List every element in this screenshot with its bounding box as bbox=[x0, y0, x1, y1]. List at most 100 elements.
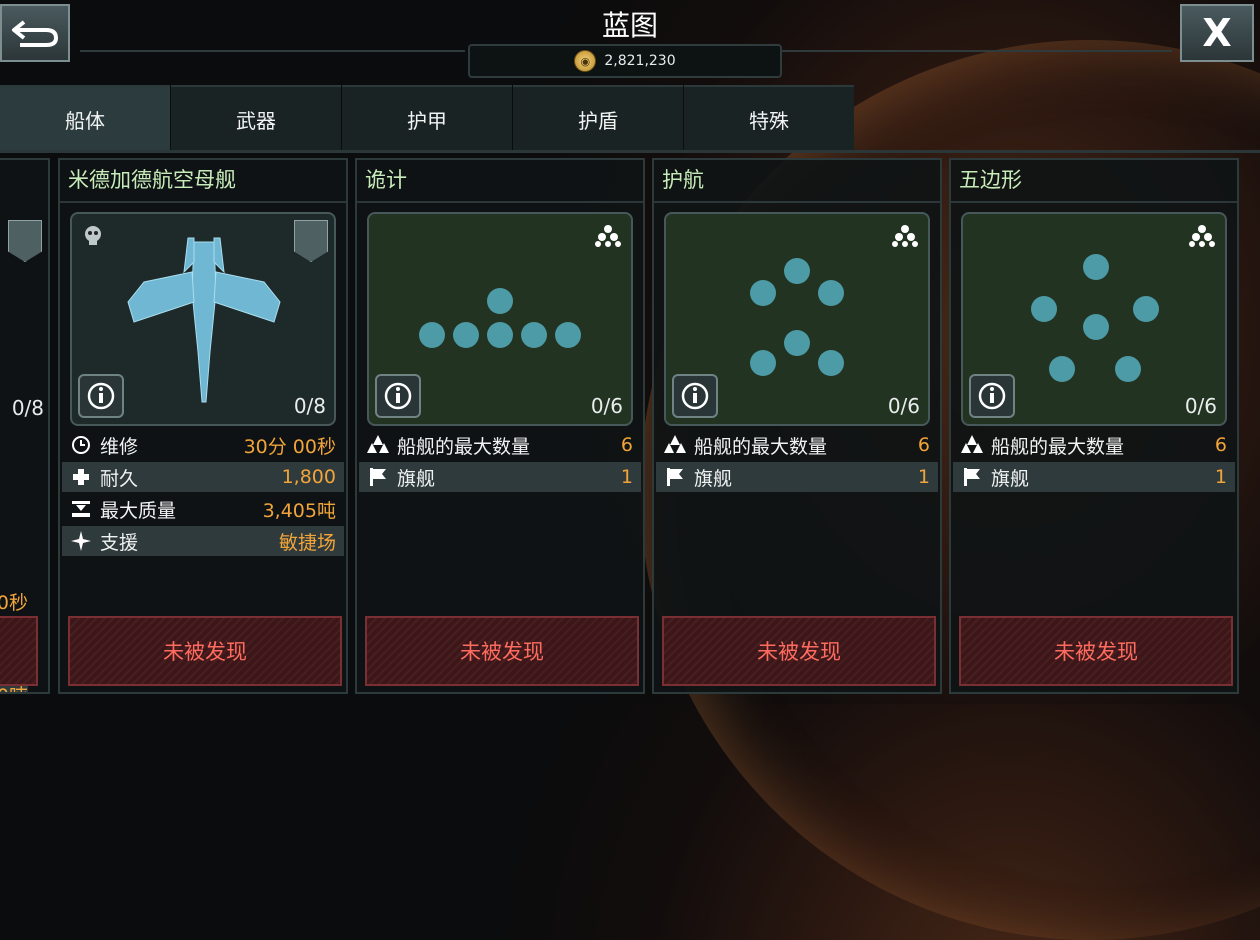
stat-value: 1 bbox=[620, 466, 633, 488]
stat-label: 旗舰 bbox=[397, 467, 436, 490]
info-button[interactable] bbox=[375, 374, 421, 418]
stat-label: 旗舰 bbox=[991, 467, 1030, 490]
header-divider bbox=[80, 50, 465, 52]
stat-label: 船舰的最大数量 bbox=[991, 435, 1125, 458]
stat-row-repair: 维修 30分 00秒 bbox=[62, 430, 344, 460]
blueprint-count: 0/6 bbox=[1184, 394, 1217, 418]
blueprint-count: 0/8 bbox=[11, 396, 44, 420]
formation-ship-dot bbox=[750, 350, 776, 376]
info-icon bbox=[87, 382, 115, 410]
undiscovered-status: 未被发现 bbox=[365, 616, 639, 686]
stat-label: 耐久 bbox=[100, 467, 139, 490]
stats-list: 船舰的最大数量 6 旗舰 1 bbox=[656, 430, 938, 494]
stat-value: 1 bbox=[917, 466, 930, 488]
stat-value: 6 bbox=[1214, 434, 1227, 456]
tier-badge-icon bbox=[294, 220, 328, 262]
formation-ship-dot bbox=[453, 322, 479, 348]
stat-row-max-ships: 船舰的最大数量 6 bbox=[656, 430, 938, 460]
stat-row-support: 支援 敏捷场 bbox=[62, 526, 344, 556]
stat-row-max-ships: 船舰的最大数量 6 bbox=[953, 430, 1235, 460]
title-divider bbox=[654, 201, 940, 203]
tier-badge-icon bbox=[8, 220, 42, 262]
formation-ship-dot bbox=[818, 280, 844, 306]
undiscovered-status: 未被发现 bbox=[68, 616, 342, 686]
stat-row-flagship: 旗舰 1 bbox=[953, 462, 1235, 492]
card-title: 米德加德航空母舰 bbox=[68, 168, 236, 192]
formation-ship-dot bbox=[1031, 296, 1057, 322]
undiscovered-status: 未被发现 bbox=[959, 616, 1233, 686]
stats-list: 船舰的最大数量 6 旗舰 1 bbox=[359, 430, 641, 494]
formation-preview: 0/6 bbox=[664, 212, 930, 426]
blueprint-count: 0/6 bbox=[887, 394, 920, 418]
category-tabs: 船体 武器 护甲 护盾 特殊 bbox=[0, 85, 855, 151]
stat-value: 敏捷场 bbox=[278, 531, 336, 554]
formation-ship-dot bbox=[419, 322, 445, 348]
blueprint-card-partial[interactable]: 0/8 0秒 450 5吨 0吨 bbox=[0, 158, 50, 694]
card-title: 护航 bbox=[662, 168, 704, 192]
info-button[interactable] bbox=[969, 374, 1015, 418]
stat-label: 船舰的最大数量 bbox=[694, 435, 828, 458]
stat-label: 支援 bbox=[100, 531, 139, 554]
info-icon bbox=[978, 382, 1006, 410]
stat-value: 1,800 bbox=[281, 466, 336, 488]
plus-icon bbox=[70, 466, 92, 488]
fleet-icon bbox=[961, 434, 983, 456]
info-icon bbox=[384, 382, 412, 410]
stat-value: 6 bbox=[620, 434, 633, 456]
formation-ship-dot bbox=[750, 280, 776, 306]
formation-ship-dot bbox=[1049, 356, 1075, 382]
stat-value: 0秒 bbox=[0, 592, 28, 614]
weight-icon bbox=[70, 498, 92, 520]
card-title: 诡计 bbox=[365, 168, 407, 192]
formation-ship-dot bbox=[1083, 314, 1109, 340]
undiscovered-status bbox=[0, 616, 38, 686]
tab-shields[interactable]: 护盾 bbox=[513, 85, 683, 151]
tab-weapons[interactable]: 武器 bbox=[171, 85, 341, 151]
blueprint-count: 0/6 bbox=[590, 394, 623, 418]
stat-row-flagship: 旗舰 1 bbox=[359, 462, 641, 492]
formation-ship-dot bbox=[521, 322, 547, 348]
title-divider bbox=[951, 201, 1237, 203]
blueprint-card-carrier[interactable]: 米德加德航空母舰 0/8 维修 30分 00秒 耐久 1,800 最大质量 3,… bbox=[58, 158, 348, 694]
faction-skull-icon bbox=[85, 226, 101, 245]
star-icon bbox=[70, 530, 92, 552]
info-button[interactable] bbox=[78, 374, 124, 418]
credits-value: 2,821,230 bbox=[604, 53, 676, 69]
blueprint-count: 0/8 bbox=[293, 394, 326, 418]
info-icon bbox=[681, 382, 709, 410]
stat-row-max-mass: 最大质量 3,405吨 bbox=[62, 494, 344, 524]
tab-special[interactable]: 特殊 bbox=[684, 85, 854, 151]
info-button[interactable] bbox=[672, 374, 718, 418]
undiscovered-status: 未被发现 bbox=[662, 616, 936, 686]
flag-icon bbox=[664, 466, 686, 488]
stat-label: 船舰的最大数量 bbox=[397, 435, 531, 458]
stat-label: 最大质量 bbox=[100, 499, 177, 522]
page-title: 蓝图 bbox=[601, 9, 658, 42]
blueprint-card-pentagon[interactable]: 五边形 0/6 船舰的最大数量 6 旗舰 1 未被发现 bbox=[949, 158, 1239, 694]
stat-row-durability: 耐久 1,800 bbox=[62, 462, 344, 492]
clock-icon bbox=[70, 434, 92, 456]
formation-ship-dot bbox=[784, 258, 810, 284]
formation-preview: 0/6 bbox=[961, 212, 1227, 426]
formation-ship-dot bbox=[487, 322, 513, 348]
tab-armor[interactable]: 护甲 bbox=[342, 85, 512, 151]
flag-icon bbox=[367, 466, 389, 488]
fleet-icon bbox=[664, 434, 686, 456]
stats-list: 维修 30分 00秒 耐久 1,800 最大质量 3,405吨 支援 敏捷场 bbox=[62, 430, 344, 558]
blueprint-card-trick[interactable]: 诡计 0/6 船舰的最大数量 6 旗舰 1 未被发现 bbox=[355, 158, 645, 694]
stat-value: 6 bbox=[917, 434, 930, 456]
tabs-divider bbox=[0, 150, 1260, 153]
blueprint-card-escort[interactable]: 护航 0/6 船舰的最大数量 6 旗舰 1 未被发现 bbox=[652, 158, 942, 694]
fleet-icon bbox=[1189, 225, 1215, 247]
formation-preview: 0/6 bbox=[367, 212, 633, 426]
fleet-icon bbox=[595, 225, 621, 247]
ship-preview: 0/8 bbox=[70, 212, 336, 426]
close-button[interactable]: X bbox=[1180, 4, 1254, 62]
stat-value: 30分 00秒 bbox=[243, 435, 336, 458]
close-icon: X bbox=[1202, 11, 1232, 55]
coin-icon: ◉ bbox=[574, 50, 597, 72]
title-divider bbox=[357, 201, 643, 203]
card-title: 五边形 bbox=[959, 168, 1022, 192]
tab-hull[interactable]: 船体 bbox=[0, 85, 170, 151]
stat-label: 维修 bbox=[100, 435, 139, 458]
